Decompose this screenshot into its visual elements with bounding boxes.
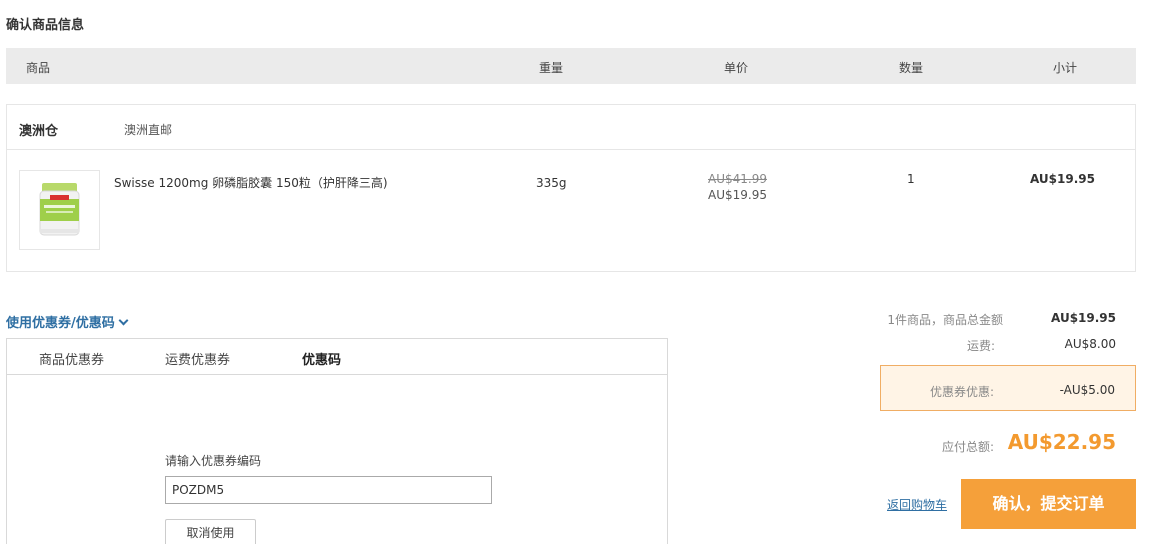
coupon-discount-row: 优惠券优惠: -AU$5.00 [880, 365, 1136, 411]
product-name[interactable]: Swisse 1200mg 卵磷脂胶囊 150粒（护肝降三高) [114, 174, 388, 191]
page-title: 确认商品信息 [6, 18, 85, 33]
header-weight: 重量 [539, 61, 564, 75]
product-weight: 335g [536, 176, 567, 190]
submit-order-button[interactable]: 确认，提交订单 [961, 479, 1136, 529]
tab-product-coupon[interactable]: 商品优惠券 [39, 349, 104, 368]
product-subtotal: AU$19.95 [1030, 172, 1095, 186]
promo-code-input[interactable] [165, 476, 492, 504]
warehouse-name: 澳洲仓 [19, 124, 59, 139]
supplement-bottle-icon [39, 183, 80, 236]
promo-code-label: 请输入优惠券编码 [165, 454, 262, 468]
product-quantity: 1 [907, 172, 915, 186]
chevron-down-icon [118, 315, 129, 326]
coupon-panel: 商品优惠券 运费优惠券 优惠码 请输入优惠券编码 取消使用 [6, 338, 668, 544]
cancel-coupon-button[interactable]: 取消使用 [165, 519, 256, 544]
tab-shipping-coupon[interactable]: 运费优惠券 [165, 349, 230, 368]
shipping-type: 澳洲直邮 [124, 123, 173, 137]
table-header: 商品 重量 单价 数量 小计 [6, 48, 1136, 84]
amount-due-value: AU$22.95 [1007, 430, 1116, 454]
shipping-fee-value: AU$8.00 [1064, 337, 1116, 351]
goods-total-value: AU$19.95 [1051, 311, 1116, 325]
product-thumbnail[interactable] [19, 170, 100, 250]
coupon-discount-label: 优惠券优惠: [929, 385, 994, 399]
shipping-fee-label: 运费: [966, 339, 995, 353]
tab-promo-code[interactable]: 优惠码 [302, 349, 341, 368]
goods-total-label: 1件商品，商品总金额 [887, 313, 1003, 327]
coupon-toggle-label: 使用优惠券/优惠码 [6, 316, 115, 331]
coupon-toggle[interactable]: 使用优惠券/优惠码 [6, 312, 129, 331]
original-price: AU$41.99 [708, 172, 767, 186]
unit-price: AU$19.95 [708, 188, 767, 202]
amount-due-label: 应付总额: [941, 440, 994, 454]
header-quantity: 数量 [899, 61, 924, 75]
coupon-tabs: 商品优惠券 运费优惠券 优惠码 [7, 339, 667, 375]
back-to-cart-link[interactable]: 返回购物车 [887, 496, 947, 513]
warehouse-group: 澳洲仓 澳洲直邮 Swisse 1200mg 卵磷脂胶囊 150粒（护肝降三高)… [6, 104, 1136, 272]
coupon-discount-value: -AU$5.00 [1059, 383, 1115, 397]
header-unit-price: 单价 [724, 61, 749, 75]
header-product: 商品 [26, 61, 51, 75]
header-subtotal: 小计 [1053, 61, 1078, 75]
warehouse-header: 澳洲仓 澳洲直邮 [7, 105, 1135, 150]
